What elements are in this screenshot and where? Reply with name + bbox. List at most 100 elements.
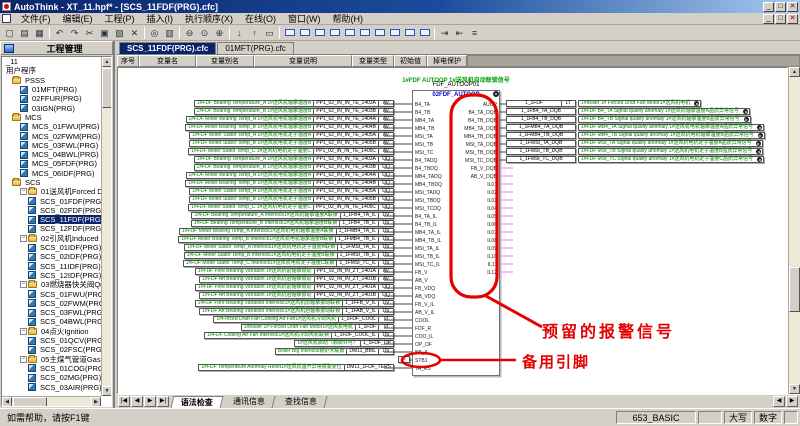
block-input-pin[interactable]: OP_OF bbox=[415, 342, 432, 348]
block-output-pin[interactable]: IL09 bbox=[487, 246, 497, 252]
input-variable-box[interactable]: 1#FDF Moter Stator Temp_A 1#送风机电机定子温度APP… bbox=[189, 188, 394, 195]
tree-item[interactable]: SCS_02FWM(PRG) bbox=[2, 299, 101, 308]
tree-item[interactable]: MCS_04BWL(PRG) bbox=[2, 150, 101, 159]
block-input-pin[interactable]: MSt_TB bbox=[415, 142, 433, 148]
input-variable-box[interactable]: 1#FDF Moter Stator Temp_C Interlock1#送风机… bbox=[183, 260, 394, 267]
menu-item[interactable]: 编辑(E) bbox=[57, 12, 99, 25]
block-input-pin[interactable]: FDF_R bbox=[415, 326, 431, 332]
block-input-pin[interactable]: FB_V_IL bbox=[415, 302, 434, 308]
block-tool-icon[interactable] bbox=[357, 26, 372, 40]
tree-item[interactable]: MCS_02FWM(PRG) bbox=[2, 131, 101, 140]
block-output-pin[interactable]: MB4_TA_DQB bbox=[464, 126, 497, 132]
tree-item[interactable]: MCS bbox=[2, 113, 101, 122]
input-variable-box[interactable]: 1#Forced Draft Fan Cooling Air Fan1#送风机冷… bbox=[213, 316, 394, 323]
save-icon[interactable]: ▦ bbox=[32, 26, 47, 40]
tab-prev-icon[interactable]: ◀ bbox=[131, 396, 143, 407]
block-input-pin[interactable]: B4_TA bbox=[415, 102, 430, 108]
tree-item[interactable]: −04点火Ignition bbox=[2, 327, 101, 336]
block-tool-icon[interactable] bbox=[342, 26, 357, 40]
menu-item[interactable]: 工程(P) bbox=[99, 12, 141, 25]
block-output-pin[interactable]: IL05 bbox=[487, 214, 497, 220]
input-variable-box[interactable]: 1#FDF Fore Bearing Vibration Interlock1#… bbox=[195, 300, 394, 307]
cut-icon[interactable]: ✂ bbox=[82, 26, 97, 40]
scroll-thumb[interactable] bbox=[13, 397, 47, 407]
input-variable-box[interactable]: 1#FDF Aft Bearing Vibration 1#送风机后轴承振动PP… bbox=[199, 292, 394, 299]
column-header[interactable]: 变量说明 bbox=[254, 55, 352, 67]
block-input-pin[interactable]: FB_VDQ bbox=[415, 286, 435, 292]
block-output-pin[interactable]: FB_V_DQB bbox=[471, 166, 497, 172]
block-output-pin[interactable]: MSt_TC_DQB bbox=[465, 158, 497, 164]
document-tab[interactable]: SCS_11FDF(PRG).cfc bbox=[119, 42, 216, 54]
expand-collapse-icon[interactable]: − bbox=[20, 235, 27, 242]
scroll-down-icon[interactable]: ▼ bbox=[789, 384, 800, 394]
download-icon[interactable]: ↓ bbox=[232, 26, 247, 40]
expand-collapse-icon[interactable]: − bbox=[20, 356, 27, 363]
tree-item[interactable]: −05主煤气管道Gas Main T bbox=[2, 355, 101, 364]
input-variable-box[interactable]: 1#送风机启动（顺启许可）1_1FDF_OP bbox=[294, 340, 394, 347]
output-tab[interactable]: 通讯信息 bbox=[224, 396, 276, 408]
block-output-pin[interactable]: IL01 bbox=[487, 182, 497, 188]
tree-item[interactable]: 01MFT(PRG) bbox=[2, 85, 101, 94]
input-variable-box[interactable]: 1#FDF Fore Bearing Vibration 1#送风机前轴承振动P… bbox=[195, 284, 394, 291]
input-variable-box[interactable]: 1#FDF Moter Bearing Temp_B 1#送风机电机轴承温度BP… bbox=[185, 124, 394, 131]
scroll-left-icon[interactable]: ◀ bbox=[2, 397, 12, 407]
column-header[interactable]: 变量名 bbox=[139, 55, 196, 67]
block-input-pin[interactable]: AB_V_IL bbox=[415, 310, 435, 316]
menu-item[interactable]: 在线(O) bbox=[239, 12, 282, 25]
output-variable-box[interactable]: 1_1FB4_TA_DQB bbox=[506, 108, 576, 115]
column-header[interactable]: 初始值 bbox=[394, 55, 427, 67]
column-header[interactable]: 变量别名 bbox=[196, 55, 254, 67]
output-description-box[interactable]: 1#FDF B4_TA Signal quality anomaly 1#送风机… bbox=[578, 108, 750, 115]
block-tool-icon[interactable] bbox=[312, 26, 327, 40]
tree-item[interactable]: MCS_01FWU(PRG) bbox=[2, 122, 101, 131]
output-variable-box[interactable]: 1_1FB4_TB_DQB bbox=[506, 116, 576, 123]
tree-item[interactable]: 03IGN(PRG) bbox=[2, 103, 101, 112]
order-tool-icon[interactable]: ≡ bbox=[467, 26, 482, 40]
block-input-pin[interactable]: MSt_TCDQ bbox=[415, 206, 441, 212]
input-variable-box[interactable]: 1#FDF Bearing Temperature_B Interlock1#送… bbox=[191, 220, 394, 227]
expand-collapse-icon[interactable]: − bbox=[20, 328, 27, 335]
block-input-pin[interactable]: FB_V bbox=[415, 270, 428, 276]
input-variable-box[interactable]: 1#FDF Bearing Temperature_A 1#送风机轴承温度APP… bbox=[194, 156, 394, 163]
mdi-minimize-button[interactable]: _ bbox=[763, 14, 774, 24]
block-input-pin[interactable]: TA_RS bbox=[415, 366, 431, 372]
tree-item[interactable]: SCS_01FWU(PRG) bbox=[2, 289, 101, 298]
output-description-box[interactable]: 1#FDF MSt_TA Signal quality anomaly 1#送风… bbox=[578, 140, 763, 147]
input-variable-box[interactable]: 1#FDF Moter Stator Temp_C 1#送风机电机定子温度CPP… bbox=[188, 204, 394, 211]
block-input-pin[interactable]: MSt_TC_IL bbox=[415, 262, 440, 268]
close-button[interactable]: ✕ bbox=[787, 2, 798, 12]
block-input-pin[interactable]: B4_TB bbox=[415, 110, 430, 116]
input-variable-box[interactable]: 1#FDF Moter Bearing Temp_B Interlock1#送风… bbox=[178, 236, 394, 243]
output-tab[interactable]: 语法检查 bbox=[171, 396, 224, 408]
input-variable-box[interactable]: 1#FDF Bearing Temperature_B 1#送风机轴承温度BPP… bbox=[194, 108, 394, 115]
output-variable-box[interactable]: 1_1FMB4_TA_DQB bbox=[506, 124, 576, 131]
input-variable-box[interactable]: 1#FDF Moter Stator Temp_C 1#送风机电机定子温度CPP… bbox=[188, 148, 394, 155]
tree-item[interactable]: MCS_06IDF(PRG) bbox=[2, 169, 101, 178]
zoom-in-icon[interactable]: ⊕ bbox=[212, 26, 227, 40]
input-variable-box[interactable]: 1#FDF Moter Stator Temp_A 1#送风机电机定子温度APP… bbox=[189, 132, 394, 139]
tree-item[interactable]: PSSS bbox=[2, 76, 101, 85]
input-variable-box[interactable]: 1#FDF Moter Bearing Temp_A 1#送风机电机轴承温度AP… bbox=[186, 116, 395, 123]
block-tool-icon[interactable] bbox=[417, 26, 432, 40]
zoom-out-icon[interactable]: ⊖ bbox=[182, 26, 197, 40]
block-tool-icon[interactable] bbox=[282, 26, 297, 40]
input-variable-box[interactable]: 1#FDF Moter Bearing Temp_B 1#送风机电机轴承温度BP… bbox=[185, 180, 394, 187]
tree-item[interactable]: SCS_01IDF(PRG) bbox=[2, 243, 101, 252]
minimize-button[interactable]: _ bbox=[763, 2, 774, 12]
block-input-pin[interactable]: COO_IL bbox=[415, 334, 433, 340]
tree-horizontal-scrollbar[interactable]: ◀ ▶ bbox=[2, 396, 101, 406]
tree-item[interactable]: MCS_03FWL(PRG) bbox=[2, 141, 101, 150]
output-description-box[interactable]: 1#FDF B4_TB Signal quality anomaly 1#送风机… bbox=[578, 116, 751, 123]
block-input-pin[interactable]: MB4_TBDQ bbox=[415, 182, 442, 188]
mdi-restore-button[interactable]: □ bbox=[775, 14, 786, 24]
input-variable-box[interactable]: 1#FDF Fore Bearing Vibration 1#送风机前轴承振动P… bbox=[195, 268, 394, 275]
tree-item[interactable]: SCS_01COG(PRG) bbox=[2, 364, 101, 373]
scroll-right-icon[interactable]: ▶ bbox=[786, 396, 798, 407]
output-variable-box[interactable]: 1_1FMSt_TC_DQB bbox=[506, 156, 576, 163]
block-output-pin[interactable]: IL02 bbox=[487, 190, 497, 196]
function-block[interactable]: 02FDF_AUTOOPB4_TAB4_TBMB4_TAMB4_TBMSt_TA… bbox=[412, 90, 500, 376]
tree-item[interactable]: SCS_01FDF(PRG) bbox=[2, 196, 101, 205]
document-icon[interactable] bbox=[2, 14, 11, 23]
input-variable-box[interactable]: 1#FDF Cooling Air Fan Interlock1#送风机冷却风机… bbox=[204, 332, 394, 339]
scroll-up-icon[interactable]: ▲ bbox=[789, 67, 800, 77]
